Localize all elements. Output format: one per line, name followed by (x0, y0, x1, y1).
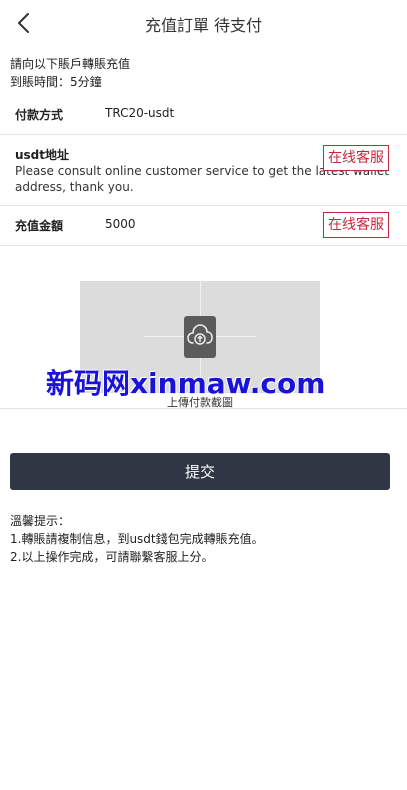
customer-service-button[interactable]: 在线客服 (323, 145, 389, 171)
submit-button[interactable]: 提交 (10, 453, 390, 490)
notice: 請向以下賬戶轉賬充值 到賬時間：5分鐘 (10, 55, 130, 91)
tips-line-2: 2.以上操作完成，可請聯繫客服上分。 (10, 550, 214, 564)
divider (0, 408, 407, 409)
payment-method-value: TRC20-usdt (105, 106, 175, 120)
tips: 溫馨提示： 1.轉賬請複制信息，到usdt錢包完成轉賬充值。 2.以上操作完成，… (10, 512, 264, 566)
notice-line-1: 請向以下賬戶轉賬充值 (10, 57, 131, 71)
payment-method-row: 付款方式 TRC20-usdt (0, 92, 407, 135)
tips-line-1: 1.轉賬請複制信息，到usdt錢包完成轉賬充值。 (10, 532, 264, 546)
address-row: usdt地址 Please consult online customer se… (0, 135, 407, 206)
header: 充值訂單 待支付 (0, 0, 407, 46)
recharge-order-page: 充值訂單 待支付 請向以下賬戶轉賬充值 到賬時間：5分鐘 付款方式 TRC20-… (0, 0, 407, 790)
tips-title: 溫馨提示： (10, 514, 71, 528)
amount-label: 充值金額 (15, 219, 64, 233)
amount-row: 充值金額 5000 在线客服 (0, 206, 407, 246)
page-title: 充值訂單 待支付 (144, 16, 263, 35)
notice-line-2: 到賬時間：5分鐘 (10, 75, 102, 89)
customer-service-button[interactable]: 在线客服 (323, 212, 389, 238)
amount-value: 5000 (105, 217, 136, 231)
upload-cloud-icon (184, 316, 216, 358)
address-label: usdt地址 (15, 148, 70, 162)
payment-method-label: 付款方式 (15, 108, 64, 122)
watermark: 新码网xinmaw.com (46, 367, 326, 400)
